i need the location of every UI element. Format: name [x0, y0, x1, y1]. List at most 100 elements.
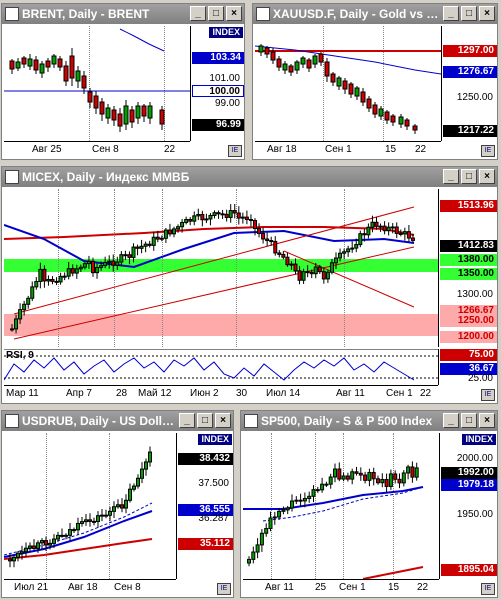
- date-label: 15: [388, 582, 400, 593]
- candle-body: [50, 279, 55, 282]
- candle-body: [382, 225, 387, 232]
- candle-body: [72, 529, 76, 532]
- sp500-chart-window[interactable]: SP500, Daily - S & P 500 Index _ □ × IND…: [240, 410, 498, 598]
- date-label: Апр 7: [66, 388, 92, 399]
- candle-body: [82, 263, 87, 268]
- micex-chart-window[interactable]: MICEX, Daily - Индекс ММВБ _ □ × 1513.96…: [1, 166, 498, 404]
- close-button[interactable]: ×: [479, 6, 495, 21]
- gold-plot-area[interactable]: [255, 26, 441, 141]
- maximize-button[interactable]: □: [461, 413, 477, 428]
- scale-button[interactable]: IE: [481, 389, 495, 401]
- date-label: Июл 21: [14, 582, 49, 593]
- candle-body: [367, 471, 372, 481]
- candle-body: [320, 483, 325, 491]
- date-label: Июл 14: [266, 388, 301, 399]
- gold-chart-window[interactable]: XAUUSD.F, Daily - Gold vs US... _ □ × 12…: [252, 3, 498, 160]
- maximize-button[interactable]: □: [461, 169, 477, 184]
- brent-title-bar[interactable]: BRENT, Daily - BRENT _ □ ×: [2, 4, 244, 24]
- candle-body: [378, 225, 383, 228]
- candle-body: [116, 504, 120, 508]
- candle-body: [264, 528, 269, 534]
- rsi-panel[interactable]: RSI, 9: [4, 349, 438, 385]
- minimize-button[interactable]: _: [443, 169, 459, 184]
- chart-icon: [5, 7, 19, 21]
- candle-body: [58, 275, 63, 283]
- minimize-button[interactable]: _: [190, 6, 206, 21]
- candle-body: [132, 485, 136, 490]
- candle-body: [307, 495, 312, 500]
- index-badge: INDEX: [198, 434, 232, 445]
- candle-body: [188, 218, 193, 222]
- candle-body: [88, 519, 92, 522]
- candle-body: [176, 226, 181, 230]
- candle-body: [103, 261, 108, 267]
- candle-body: [139, 245, 144, 249]
- micex-title-bar[interactable]: MICEX, Daily - Индекс ММВБ _ □ ×: [2, 167, 497, 187]
- candle-body: [257, 228, 262, 234]
- candle-body: [140, 468, 144, 479]
- date-label: 22: [417, 582, 429, 593]
- maximize-button[interactable]: □: [197, 413, 213, 428]
- date-label: Сен 1: [339, 582, 366, 593]
- candle-body: [388, 473, 393, 487]
- close-button[interactable]: ×: [215, 413, 231, 428]
- price-tag-current: 38.432: [178, 453, 233, 465]
- candle-body: [285, 256, 290, 266]
- micex-plot-area[interactable]: [4, 189, 438, 347]
- brent-plot-area[interactable]: [4, 26, 190, 141]
- close-button[interactable]: ×: [226, 6, 242, 21]
- maximize-button[interactable]: □: [208, 6, 224, 21]
- minimize-button[interactable]: _: [443, 413, 459, 428]
- scale-button[interactable]: IE: [228, 145, 242, 157]
- date-label: Сен 8: [92, 144, 119, 155]
- candle-body: [44, 540, 48, 546]
- close-button[interactable]: ×: [479, 413, 495, 428]
- sp500-plot-area[interactable]: [243, 433, 439, 579]
- usdrub-plot-area[interactable]: [4, 433, 176, 579]
- maximize-button[interactable]: □: [461, 6, 477, 21]
- candle-body: [99, 265, 104, 268]
- brent-chart-window[interactable]: BRENT, Daily - BRENT _ □ × INDEX 103.34 …: [1, 3, 245, 160]
- candle-body: [272, 516, 277, 519]
- close-button[interactable]: ×: [479, 169, 495, 184]
- candle-body: [40, 540, 44, 544]
- price-label: 1300.00: [456, 289, 493, 300]
- usdrub-time-axis: Июл 21 Авг 18 Сен 8: [4, 579, 176, 596]
- candle-body: [311, 489, 316, 497]
- minimize-button[interactable]: _: [443, 6, 459, 21]
- scale-button[interactable]: IE: [481, 145, 495, 157]
- candle-body: [12, 556, 16, 562]
- candle-body: [248, 218, 253, 222]
- price-tag-current: 1412.83: [440, 240, 497, 252]
- scale-button[interactable]: IE: [217, 583, 231, 595]
- candle-body: [366, 226, 371, 236]
- usdrub-title-bar[interactable]: USDRUB, Daily - US Dollar... _ □ ×: [2, 411, 233, 431]
- price-tag-ma: 35.112: [178, 538, 233, 550]
- candle-body: [34, 280, 39, 288]
- candle-body: [95, 266, 100, 274]
- chart-icon: [5, 170, 19, 184]
- date-label: Сен 1: [386, 388, 413, 399]
- price-tag-zone: 1350.00: [440, 268, 497, 280]
- candle-body: [24, 547, 28, 553]
- candle-body: [354, 471, 359, 474]
- candle-body: [394, 226, 399, 234]
- usdrub-chart-window[interactable]: USDRUB, Daily - US Dollar... _ □ × INDEX…: [1, 410, 234, 598]
- candle-body: [317, 266, 322, 273]
- brent-price-axis: INDEX 103.34 101.00 100.00 99.00 96.99: [190, 26, 244, 141]
- gold-candles: [255, 44, 441, 134]
- candle-body: [265, 238, 270, 242]
- sp500-title-bar[interactable]: SP500, Daily - S & P 500 Index _ □ ×: [241, 411, 497, 431]
- scale-button[interactable]: IE: [481, 583, 495, 595]
- minimize-button[interactable]: _: [179, 413, 195, 428]
- price-tag-zone: 1380.00: [440, 254, 497, 266]
- date-label: 15: [385, 144, 397, 155]
- candle-body: [313, 266, 318, 275]
- gold-title-bar[interactable]: XAUUSD.F, Daily - Gold vs US... _ □ ×: [253, 4, 497, 24]
- candle-body: [350, 247, 355, 250]
- candle-body: [358, 472, 363, 476]
- candle-body: [371, 471, 376, 480]
- date-label: Май 12: [138, 388, 172, 399]
- candle-body: [247, 558, 251, 564]
- candle-body: [60, 534, 64, 537]
